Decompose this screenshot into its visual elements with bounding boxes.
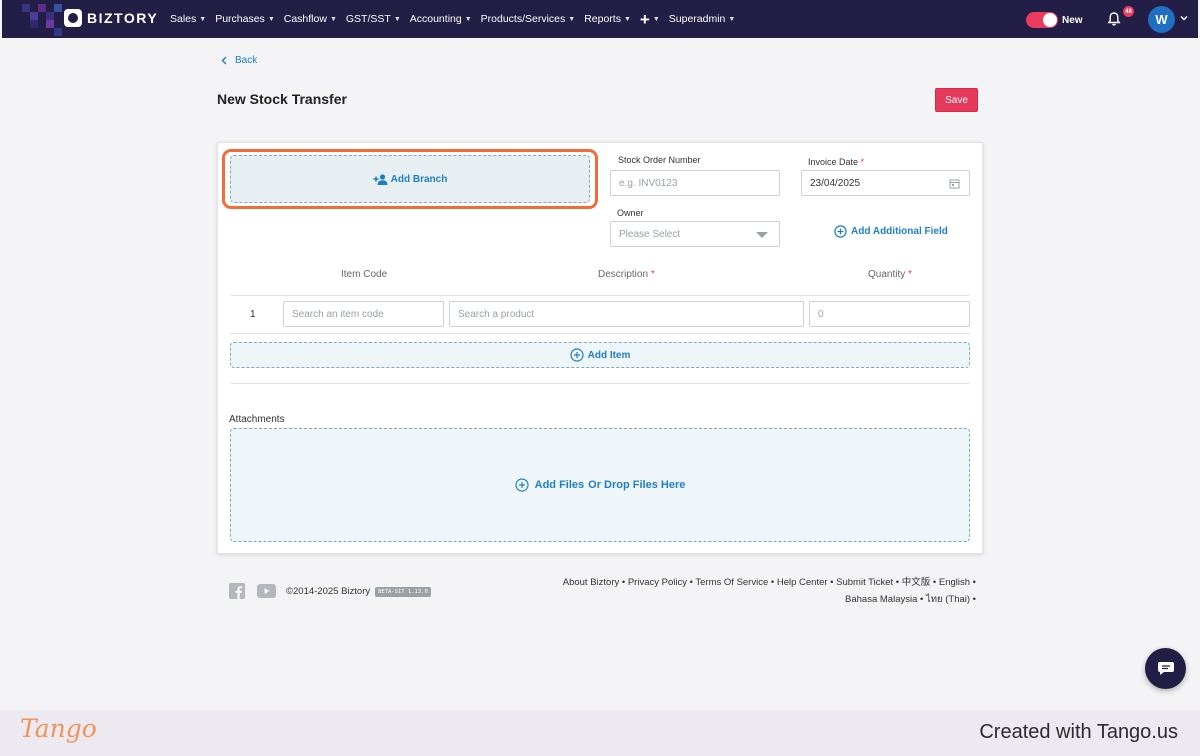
- biztory-logo[interactable]: BIZTORY: [64, 9, 158, 27]
- menu-purchases[interactable]: Purchases ▼: [215, 13, 275, 25]
- stock-order-input[interactable]: e.g. INV0123: [610, 170, 780, 196]
- add-additional-field-button[interactable]: Add Additional Field: [834, 225, 948, 238]
- product-search-input[interactable]: Search a product: [449, 301, 804, 327]
- add-files-label: Add Files: [534, 479, 585, 491]
- created-with-tango: Created with Tango.us: [979, 721, 1178, 743]
- plus-circle-icon: [570, 348, 584, 362]
- chevron-left-icon: [221, 56, 227, 65]
- invoice-date-input[interactable]: 23/04/2025: [801, 170, 970, 196]
- invoice-date-label: Invoice Date *: [808, 157, 865, 167]
- chevron-down-icon: ▼: [623, 15, 631, 23]
- add-item-button[interactable]: Add Item: [230, 342, 970, 368]
- menu-sales[interactable]: Sales ▼: [170, 13, 206, 25]
- plus-icon: +: [639, 9, 650, 29]
- owner-select[interactable]: Please Select: [610, 221, 780, 247]
- menu-cashflow[interactable]: Cashflow ▼: [284, 13, 337, 25]
- drop-files-label: Or Drop Files Here: [588, 479, 686, 491]
- required-marker: *: [650, 269, 655, 280]
- chevron-down-icon: ▼: [199, 15, 207, 23]
- new-ui-toggle[interactable]: New: [1026, 12, 1083, 28]
- divider: [230, 333, 970, 334]
- facebook-icon[interactable]: [229, 583, 245, 599]
- chevron-down-icon: ▼: [329, 15, 337, 23]
- owner-label: Owner: [617, 208, 644, 218]
- chat-icon: [1157, 662, 1174, 675]
- plus-circle-icon: [834, 225, 847, 238]
- divider: [230, 383, 970, 384]
- top-navbar: BIZTORY Sales ▼ Purchases ▼ Cashflow ▼ GST/…: [2, 0, 1198, 38]
- save-button[interactable]: Save: [935, 88, 978, 112]
- version-badge: BETA-SIT 1.13.0: [375, 586, 431, 597]
- item-code-search-input[interactable]: Search an item code: [283, 301, 444, 327]
- quantity-input[interactable]: 0: [809, 301, 970, 327]
- notification-badge: 48: [1123, 6, 1134, 17]
- calendar-icon[interactable]: [949, 178, 960, 189]
- bell-icon[interactable]: [1106, 11, 1122, 27]
- file-dropzone[interactable]: Add Files Or Drop Files Here: [230, 428, 970, 542]
- copyright: ©2014-2025 Biztory BETA-SIT 1.13.0: [286, 586, 431, 597]
- chevron-down-icon[interactable]: [1179, 13, 1189, 23]
- item-row-number: 1: [250, 309, 256, 320]
- menu-products-services[interactable]: Products/Services ▼: [481, 13, 576, 25]
- brand-pixel-decoration: [2, 0, 62, 38]
- footer-links[interactable]: About Biztory • Privacy Policy • Terms O…: [546, 574, 976, 608]
- tango-footer-bar: Tango Created with Tango.us: [0, 710, 1200, 756]
- menu-accounting[interactable]: Accounting ▼: [410, 13, 472, 25]
- page-title: New Stock Transfer: [217, 91, 347, 107]
- menu-reports[interactable]: Reports ▼: [584, 13, 631, 25]
- toggle-switch[interactable]: [1026, 12, 1058, 28]
- column-header-item-code: Item Code: [341, 269, 388, 280]
- required-marker: *: [908, 269, 912, 280]
- column-header-quantity: Quantity *: [868, 269, 912, 280]
- chevron-down-icon: ▼: [728, 15, 736, 23]
- tango-step-highlight: [222, 149, 598, 209]
- tango-logo: Tango: [20, 714, 97, 743]
- chevron-down-icon: ▼: [652, 15, 660, 23]
- chat-support-button[interactable]: [1145, 648, 1186, 689]
- toggle-label: New: [1062, 14, 1083, 26]
- chevron-down-icon: ▼: [393, 15, 401, 23]
- menu-gst-sst[interactable]: GST/SST ▼: [346, 13, 401, 25]
- user-avatar[interactable]: W: [1148, 6, 1175, 33]
- chevron-down-icon: ▼: [464, 15, 472, 23]
- attachments-label: Attachments: [229, 414, 285, 425]
- brand-name: BIZTORY: [87, 10, 159, 26]
- stock-order-label: Stock Order Number: [618, 155, 701, 165]
- divider: [230, 295, 970, 296]
- chevron-down-icon: ▼: [568, 15, 576, 23]
- youtube-icon[interactable]: [257, 584, 276, 598]
- menu-quick-add[interactable]: + ▼: [640, 11, 660, 28]
- caret-down-icon: [756, 232, 768, 238]
- back-link[interactable]: Back: [221, 55, 257, 66]
- biztory-logo-icon: [64, 9, 82, 27]
- chevron-down-icon: ▼: [267, 15, 275, 23]
- main-menu: Sales ▼ Purchases ▼ Cashflow ▼ GST/SST ▼ Acc…: [170, 0, 744, 38]
- plus-circle-icon: [515, 478, 529, 492]
- required-marker: *: [860, 157, 865, 167]
- column-header-description: Description *: [598, 269, 655, 280]
- menu-superadmin[interactable]: Superadmin ▼: [669, 13, 736, 25]
